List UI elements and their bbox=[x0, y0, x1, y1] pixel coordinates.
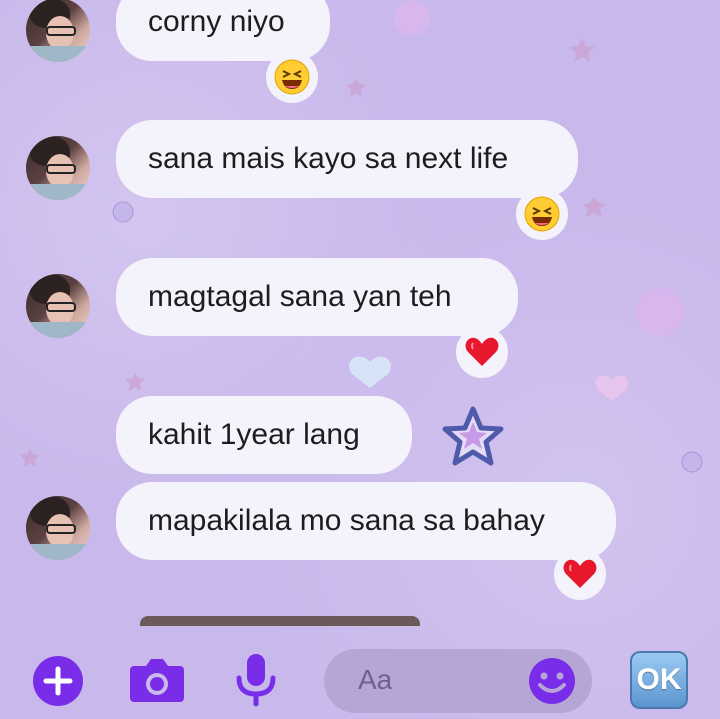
camera-icon bbox=[130, 659, 184, 702]
emoji-button[interactable] bbox=[528, 657, 576, 705]
plus-icon bbox=[43, 666, 73, 696]
message-reaction[interactable] bbox=[516, 188, 568, 240]
camera-button[interactable] bbox=[128, 654, 186, 706]
smiley-icon bbox=[529, 658, 575, 704]
message-text: sana mais kayo sa next life bbox=[148, 142, 509, 175]
message-bubble[interactable]: kahit 1year lang bbox=[116, 396, 412, 474]
message-input-placeholder: Aa bbox=[358, 664, 393, 695]
background-decor bbox=[20, 0, 703, 473]
message-bubble[interactable]: sana mais kayo sa next life bbox=[116, 120, 578, 198]
microphone-button[interactable] bbox=[234, 652, 278, 710]
message-bubble[interactable]: magtagal sana yan teh bbox=[116, 258, 518, 336]
message-bubble[interactable]: mapakilala mo sana sa bahay bbox=[116, 482, 616, 560]
add-button[interactable] bbox=[33, 656, 83, 706]
laughing-emoji-icon bbox=[274, 59, 310, 95]
media-preview[interactable] bbox=[140, 616, 420, 626]
ok-button[interactable]: OK bbox=[630, 651, 688, 709]
avatar[interactable] bbox=[26, 496, 90, 560]
message-text: mapakilala mo sana sa bahay bbox=[148, 504, 545, 537]
avatar[interactable] bbox=[26, 274, 90, 338]
avatar[interactable] bbox=[26, 0, 90, 62]
microphone-icon bbox=[236, 654, 276, 707]
message-reaction[interactable] bbox=[554, 548, 606, 600]
message-text: corny niyo bbox=[148, 5, 285, 38]
message-reaction[interactable] bbox=[266, 51, 318, 103]
laughing-emoji-icon bbox=[524, 196, 560, 232]
message-text: magtagal sana yan teh bbox=[148, 280, 452, 313]
red-heart-icon bbox=[563, 559, 597, 588]
red-heart-icon bbox=[465, 337, 499, 366]
composer-bar: Aa OK bbox=[0, 640, 720, 719]
avatar[interactable] bbox=[26, 136, 90, 200]
star-sticker-icon bbox=[442, 406, 504, 466]
message-reaction[interactable] bbox=[456, 326, 508, 378]
message-text: kahit 1year lang bbox=[148, 418, 360, 451]
